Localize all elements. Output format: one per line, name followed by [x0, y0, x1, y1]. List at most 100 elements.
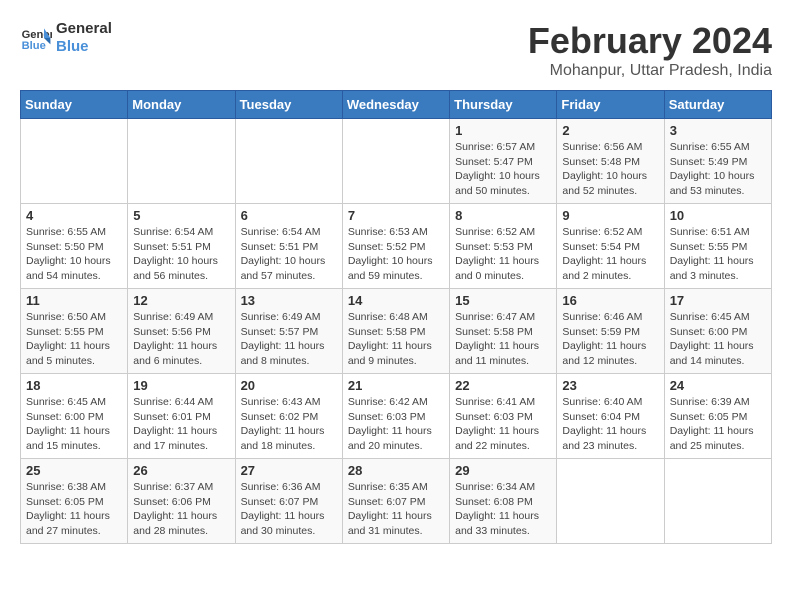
- calendar-day-cell: [128, 119, 235, 204]
- day-number: 19: [133, 378, 229, 393]
- logo-icon: General Blue: [20, 22, 52, 54]
- calendar-body: 1 Sunrise: 6:57 AM Sunset: 5:47 PM Daylig…: [21, 119, 772, 544]
- calendar-header-cell: Friday: [557, 91, 664, 119]
- calendar-day-cell: 28Sunrise: 6:35 AM Sunset: 6:07 PM Dayli…: [342, 459, 449, 544]
- day-number: 10: [670, 208, 766, 223]
- day-info: Sunrise: 6:55 AM Sunset: 5:50 PM Dayligh…: [26, 225, 122, 284]
- day-info: Sunrise: 6:34 AM Sunset: 6:08 PM Dayligh…: [455, 480, 551, 539]
- day-info: Sunrise: 6:48 AM Sunset: 5:58 PM Dayligh…: [348, 310, 444, 369]
- calendar-week-row: 4 Sunrise: 6:55 AM Sunset: 5:50 PM Daylig…: [21, 204, 772, 289]
- day-info: Sunrise: 6:40 AM Sunset: 6:04 PM Dayligh…: [562, 395, 658, 454]
- day-number: 23: [562, 378, 658, 393]
- day-number: 15: [455, 293, 551, 308]
- header: General Blue General Blue February 2024 …: [20, 20, 772, 80]
- calendar-header-cell: Saturday: [664, 91, 771, 119]
- calendar-header-cell: Monday: [128, 91, 235, 119]
- calendar-day-cell: 16 Sunrise: 6:46 AM Sunset: 5:59 PM Dayli…: [557, 289, 664, 374]
- day-info: Sunrise: 6:54 AM Sunset: 5:51 PM Dayligh…: [133, 225, 229, 284]
- day-number: 27: [241, 463, 337, 478]
- day-info: Sunrise: 6:49 AM Sunset: 5:56 PM Dayligh…: [133, 310, 229, 369]
- day-number: 25: [26, 463, 122, 478]
- calendar-day-cell: 10 Sunrise: 6:51 AM Sunset: 5:55 PM Dayli…: [664, 204, 771, 289]
- day-info: Sunrise: 6:39 AM Sunset: 6:05 PM Dayligh…: [670, 395, 766, 454]
- day-number: 29: [455, 463, 551, 478]
- day-number: 24: [670, 378, 766, 393]
- calendar-week-row: 18 Sunrise: 6:45 AM Sunset: 6:00 PM Dayli…: [21, 374, 772, 459]
- day-number: 12: [133, 293, 229, 308]
- calendar-day-cell: 4 Sunrise: 6:55 AM Sunset: 5:50 PM Daylig…: [21, 204, 128, 289]
- day-info: Sunrise: 6:55 AM Sunset: 5:49 PM Dayligh…: [670, 140, 766, 199]
- title-block: February 2024 Mohanpur, Uttar Pradesh, I…: [528, 20, 772, 80]
- calendar-day-cell: 11 Sunrise: 6:50 AM Sunset: 5:55 PM Dayli…: [21, 289, 128, 374]
- day-number: 18: [26, 378, 122, 393]
- calendar-day-cell: 1 Sunrise: 6:57 AM Sunset: 5:47 PM Daylig…: [450, 119, 557, 204]
- calendar-day-cell: [21, 119, 128, 204]
- calendar-week-row: 25 Sunrise: 6:38 AM Sunset: 6:05 PM Dayli…: [21, 459, 772, 544]
- calendar-day-cell: 26 Sunrise: 6:37 AM Sunset: 6:06 PM Dayli…: [128, 459, 235, 544]
- calendar-day-cell: [557, 459, 664, 544]
- day-number: 5: [133, 208, 229, 223]
- calendar-day-cell: 20Sunrise: 6:43 AM Sunset: 6:02 PM Dayli…: [235, 374, 342, 459]
- day-info: Sunrise: 6:38 AM Sunset: 6:05 PM Dayligh…: [26, 480, 122, 539]
- day-info: Sunrise: 6:51 AM Sunset: 5:55 PM Dayligh…: [670, 225, 766, 284]
- day-info: Sunrise: 6:52 AM Sunset: 5:54 PM Dayligh…: [562, 225, 658, 284]
- day-number: 7: [348, 208, 444, 223]
- calendar-day-cell: 18 Sunrise: 6:45 AM Sunset: 6:00 PM Dayli…: [21, 374, 128, 459]
- day-info: Sunrise: 6:44 AM Sunset: 6:01 PM Dayligh…: [133, 395, 229, 454]
- calendar-day-cell: 2 Sunrise: 6:56 AM Sunset: 5:48 PM Daylig…: [557, 119, 664, 204]
- day-info: Sunrise: 6:37 AM Sunset: 6:06 PM Dayligh…: [133, 480, 229, 539]
- day-info: Sunrise: 6:46 AM Sunset: 5:59 PM Dayligh…: [562, 310, 658, 369]
- calendar-day-cell: 22Sunrise: 6:41 AM Sunset: 6:03 PM Dayli…: [450, 374, 557, 459]
- day-info: Sunrise: 6:43 AM Sunset: 6:02 PM Dayligh…: [241, 395, 337, 454]
- calendar-day-cell: 27 Sunrise: 6:36 AM Sunset: 6:07 PM Dayli…: [235, 459, 342, 544]
- calendar-day-cell: 6 Sunrise: 6:54 AM Sunset: 5:51 PM Daylig…: [235, 204, 342, 289]
- calendar-day-cell: 23 Sunrise: 6:40 AM Sunset: 6:04 PM Dayli…: [557, 374, 664, 459]
- calendar-day-cell: 8 Sunrise: 6:52 AM Sunset: 5:53 PM Daylig…: [450, 204, 557, 289]
- day-number: 4: [26, 208, 122, 223]
- day-info: Sunrise: 6:36 AM Sunset: 6:07 PM Dayligh…: [241, 480, 337, 539]
- day-info: Sunrise: 6:35 AM Sunset: 6:07 PM Dayligh…: [348, 480, 444, 539]
- main-title: February 2024: [528, 20, 772, 62]
- calendar-day-cell: 17 Sunrise: 6:45 AM Sunset: 6:00 PM Dayli…: [664, 289, 771, 374]
- calendar-day-cell: 5 Sunrise: 6:54 AM Sunset: 5:51 PM Daylig…: [128, 204, 235, 289]
- day-number: 8: [455, 208, 551, 223]
- day-info: Sunrise: 6:54 AM Sunset: 5:51 PM Dayligh…: [241, 225, 337, 284]
- day-info: Sunrise: 6:41 AM Sunset: 6:03 PM Dayligh…: [455, 395, 551, 454]
- day-info: Sunrise: 6:57 AM Sunset: 5:47 PM Dayligh…: [455, 140, 551, 199]
- day-number: 11: [26, 293, 122, 308]
- calendar-day-cell: [235, 119, 342, 204]
- calendar-header-cell: Thursday: [450, 91, 557, 119]
- day-number: 3: [670, 123, 766, 138]
- day-info: Sunrise: 6:45 AM Sunset: 6:00 PM Dayligh…: [670, 310, 766, 369]
- calendar-day-cell: 13Sunrise: 6:49 AM Sunset: 5:57 PM Dayli…: [235, 289, 342, 374]
- calendar-day-cell: [342, 119, 449, 204]
- day-number: 17: [670, 293, 766, 308]
- day-info: Sunrise: 6:45 AM Sunset: 6:00 PM Dayligh…: [26, 395, 122, 454]
- day-info: Sunrise: 6:56 AM Sunset: 5:48 PM Dayligh…: [562, 140, 658, 199]
- calendar-day-cell: 19 Sunrise: 6:44 AM Sunset: 6:01 PM Dayli…: [128, 374, 235, 459]
- calendar-day-cell: 3 Sunrise: 6:55 AM Sunset: 5:49 PM Daylig…: [664, 119, 771, 204]
- calendar-header-cell: Wednesday: [342, 91, 449, 119]
- day-number: 9: [562, 208, 658, 223]
- day-number: 1: [455, 123, 551, 138]
- logo-line1: General: [56, 20, 112, 38]
- calendar-day-cell: 14Sunrise: 6:48 AM Sunset: 5:58 PM Dayli…: [342, 289, 449, 374]
- logo: General Blue General Blue: [20, 20, 112, 56]
- day-info: Sunrise: 6:50 AM Sunset: 5:55 PM Dayligh…: [26, 310, 122, 369]
- calendar-day-cell: 25 Sunrise: 6:38 AM Sunset: 6:05 PM Dayli…: [21, 459, 128, 544]
- calendar-header-cell: Sunday: [21, 91, 128, 119]
- calendar-table: SundayMondayTuesdayWednesdayThursdayFrid…: [20, 90, 772, 544]
- calendar-day-cell: 29 Sunrise: 6:34 AM Sunset: 6:08 PM Dayli…: [450, 459, 557, 544]
- calendar-day-cell: [664, 459, 771, 544]
- day-number: 26: [133, 463, 229, 478]
- calendar-header-cell: Tuesday: [235, 91, 342, 119]
- day-info: Sunrise: 6:52 AM Sunset: 5:53 PM Dayligh…: [455, 225, 551, 284]
- day-info: Sunrise: 6:42 AM Sunset: 6:03 PM Dayligh…: [348, 395, 444, 454]
- day-number: 16: [562, 293, 658, 308]
- calendar-header-row: SundayMondayTuesdayWednesdayThursdayFrid…: [21, 91, 772, 119]
- calendar-day-cell: 12 Sunrise: 6:49 AM Sunset: 5:56 PM Dayli…: [128, 289, 235, 374]
- day-number: 6: [241, 208, 337, 223]
- calendar-week-row: 1 Sunrise: 6:57 AM Sunset: 5:47 PM Daylig…: [21, 119, 772, 204]
- calendar-day-cell: 21Sunrise: 6:42 AM Sunset: 6:03 PM Dayli…: [342, 374, 449, 459]
- day-number: 2: [562, 123, 658, 138]
